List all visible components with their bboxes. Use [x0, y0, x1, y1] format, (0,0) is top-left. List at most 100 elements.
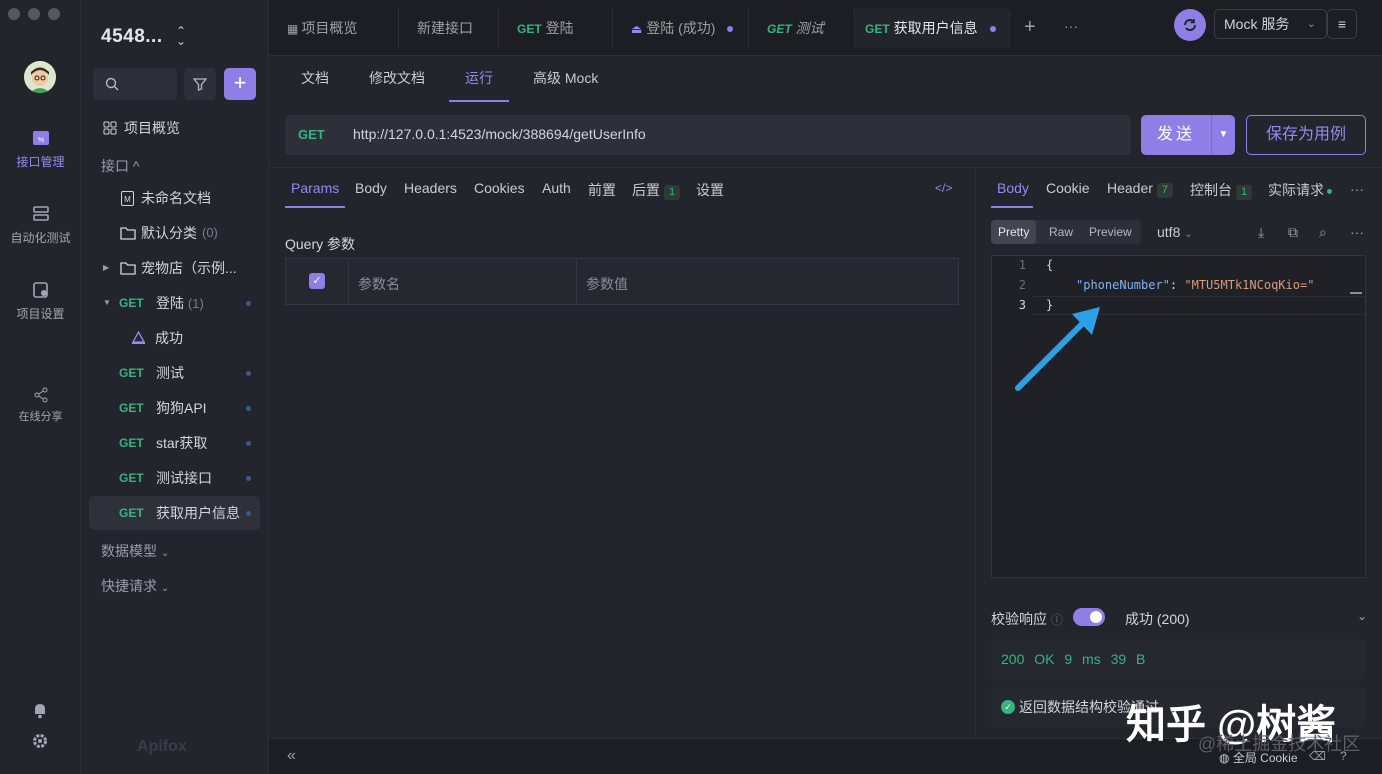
- save-as-case-button[interactable]: 保存为用例: [1246, 115, 1366, 155]
- validate-status[interactable]: 成功 (200): [1125, 609, 1190, 629]
- tab-get-user-info[interactable]: GET 获取用户信息: [855, 8, 1010, 48]
- format-preview[interactable]: Preview: [1082, 220, 1139, 244]
- method-badge: GET: [119, 471, 144, 485]
- tab-headers[interactable]: Headers: [404, 180, 457, 196]
- tab-params[interactable]: Params: [291, 180, 339, 196]
- rail-project-settings[interactable]: 项目设置: [0, 280, 81, 322]
- code-icon[interactable]: </>: [935, 181, 952, 195]
- sidebar-item-endpoint[interactable]: GET 测试接口: [89, 461, 260, 495]
- project-title[interactable]: 4548...: [101, 26, 163, 48]
- response-tab-header[interactable]: Header 7: [1107, 180, 1174, 198]
- url-input[interactable]: http://127.0.0.1:4523/mock/388694/getUse…: [353, 126, 646, 142]
- sidebar-folder-pet-store[interactable]: ▶ 宠物店（示例...: [89, 251, 260, 285]
- menu-button[interactable]: ≡: [1327, 9, 1357, 39]
- rail-online-share[interactable]: 在线分享: [0, 387, 81, 424]
- sidebar-item-unnamed-doc[interactable]: M 未命名文档: [89, 181, 260, 215]
- avatar[interactable]: [24, 61, 56, 93]
- format-raw[interactable]: Raw: [1042, 220, 1080, 244]
- download-icon[interactable]: ⤓: [1258, 224, 1264, 241]
- search-icon[interactable]: ⌕: [1319, 224, 1327, 241]
- select-all-checkbox[interactable]: ✓: [309, 273, 325, 289]
- chevron-updown-icon[interactable]: ⌃ ⌄: [176, 25, 186, 47]
- sidebar-item-label: 测试: [156, 365, 184, 381]
- send-label: 发送: [1157, 126, 1196, 143]
- method-select[interactable]: GET: [298, 127, 325, 142]
- sidebar-folder-default[interactable]: 默认分类 (0): [89, 216, 260, 250]
- tab-cookies[interactable]: Cookies: [474, 180, 525, 196]
- tab-post[interactable]: 后置 1: [632, 180, 681, 200]
- sidebar-item-label: 宠物店（示例...: [141, 260, 237, 276]
- sidebar-item-endpoint[interactable]: GET star获取: [89, 426, 260, 460]
- left-rail: % 接口管理 自动化测试 项目设置 在线分享: [0, 0, 81, 774]
- sidebar-item-overview[interactable]: 项目概览: [89, 111, 260, 145]
- response-tab-body[interactable]: Body: [997, 180, 1029, 196]
- sidebar-item-endpoint[interactable]: GET 测试: [89, 356, 260, 390]
- add-button[interactable]: +: [224, 68, 256, 100]
- tab-label: 登陆: [545, 20, 574, 36]
- window-close-button[interactable]: [8, 8, 20, 20]
- line-number: 1: [1018, 258, 1026, 272]
- section-api[interactable]: 接口 ^: [101, 156, 139, 176]
- code-line: {: [1046, 258, 1054, 272]
- folder-icon: [120, 262, 136, 275]
- tab-body[interactable]: Body: [355, 180, 387, 196]
- sidebar-item-login[interactable]: ▼ GET 登陆 (1): [89, 286, 260, 320]
- rail-api-management[interactable]: % 接口管理: [0, 128, 81, 170]
- tab-pre[interactable]: 前置: [588, 180, 616, 200]
- method-badge: GET: [119, 366, 144, 380]
- subtab-docs[interactable]: 文档: [301, 68, 329, 88]
- window-minimize-button[interactable]: [28, 8, 40, 20]
- response-tab-console[interactable]: 控制台 1: [1190, 180, 1253, 200]
- chevron-down-icon[interactable]: ⌄: [1357, 609, 1367, 623]
- section-quick-requests[interactable]: 快捷请求 ⌄: [101, 576, 169, 596]
- search-input[interactable]: [93, 68, 177, 100]
- collapse-sidebar-icon[interactable]: «: [287, 747, 296, 765]
- tab-login[interactable]: GET 登陆: [499, 8, 613, 48]
- section-data-models[interactable]: 数据模型 ⌄: [101, 541, 169, 561]
- status-dot: [246, 441, 251, 446]
- encoding-select[interactable]: utf8 ⌄: [1157, 224, 1193, 240]
- format-pretty[interactable]: Pretty: [991, 220, 1037, 244]
- tab-test[interactable]: GET 测试: [749, 8, 855, 48]
- status-dot: [246, 511, 251, 516]
- more-icon[interactable]: ···: [1350, 181, 1364, 197]
- help-icon: ⓘ: [1050, 613, 1063, 627]
- column-header: 参数值: [586, 276, 628, 292]
- tab-settings[interactable]: 设置: [696, 180, 724, 200]
- sidebar-item-endpoint-selected[interactable]: GET 获取用户信息: [89, 496, 260, 530]
- response-body-viewer[interactable]: 1 { 2 "phoneNumber": "MTU5MTk1NCoqKio=" …: [991, 255, 1366, 578]
- response-tab-actual-request[interactable]: 实际请求: [1268, 180, 1332, 200]
- rail-automation-test[interactable]: 自动化测试: [0, 204, 81, 246]
- tab-new-api[interactable]: 新建接口: [399, 8, 499, 48]
- more-icon[interactable]: ···: [1350, 224, 1364, 240]
- select-value: Mock 服务: [1224, 16, 1290, 32]
- chevron-down-icon[interactable]: ▼: [1211, 115, 1235, 155]
- bell-icon[interactable]: [32, 701, 48, 719]
- mock-service-select[interactable]: Mock 服务 ⌄: [1214, 9, 1327, 39]
- apifox-logo: Apifox: [137, 738, 187, 755]
- sync-button[interactable]: [1174, 9, 1206, 41]
- validate-toggle[interactable]: [1073, 608, 1105, 626]
- validate-label: 校验响应 ⓘ: [991, 611, 1063, 627]
- gear-icon[interactable]: [32, 733, 48, 749]
- subtab-edit-docs[interactable]: 修改文档: [369, 68, 425, 88]
- url-bar[interactable]: GET http://127.0.0.1:4523/mock/388694/ge…: [285, 115, 1131, 155]
- hamburger-icon: ≡: [1337, 16, 1347, 32]
- tab-login-success[interactable]: ⏏ 登陆 (成功): [613, 8, 749, 48]
- send-button[interactable]: 发送 ▼: [1141, 115, 1235, 155]
- window-maximize-button[interactable]: [48, 8, 60, 20]
- tab-auth[interactable]: Auth: [542, 180, 571, 196]
- response-tab-cookie[interactable]: Cookie: [1046, 180, 1090, 196]
- sidebar-item-login-success[interactable]: 成功: [89, 321, 260, 355]
- subtab-run[interactable]: 运行: [465, 68, 493, 88]
- rail-label: 自动化测试: [10, 231, 71, 245]
- copy-icon[interactable]: ⧉: [1288, 224, 1298, 241]
- more-icon[interactable]: ···: [1064, 18, 1078, 34]
- filter-button[interactable]: [184, 68, 216, 100]
- subtab-advanced-mock[interactable]: 高级 Mock: [533, 68, 598, 88]
- active-tab-indicator: [449, 100, 509, 102]
- sidebar-item-endpoint[interactable]: GET 狗狗API: [89, 391, 260, 425]
- add-tab-icon[interactable]: +: [1024, 16, 1036, 39]
- query-params-table: ✓ 参数名 参数值: [285, 258, 959, 305]
- tab-overview[interactable]: ▦ 项目概览: [269, 8, 399, 48]
